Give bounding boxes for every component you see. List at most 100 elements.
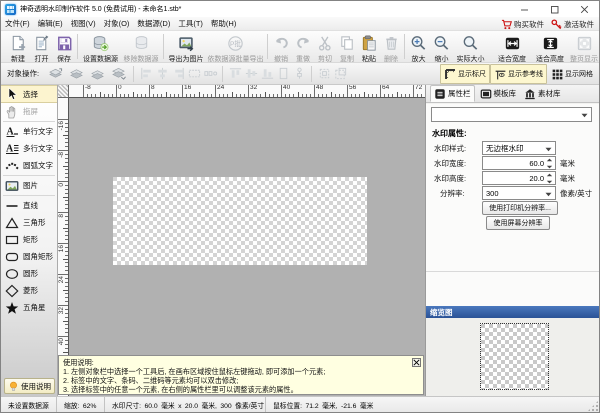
ruler-tick [347,85,348,97]
status-segment-1: 缩放: 62% [57,397,105,412]
tab-properties[interactable]: 属性栏 [430,85,475,102]
ruler-tick [199,92,200,97]
ruler-tick [95,94,96,97]
ruler-tick [65,344,68,345]
diamond-tool-icon [5,284,19,298]
ruler-tick [281,85,282,97]
toolbar-paste[interactable]: 粘贴 [358,31,380,62]
canvas[interactable] [69,98,425,396]
properties-tab-icon [434,88,446,100]
printer-resolution-button[interactable]: 使用打印机分辨率... [482,201,558,215]
ruler-tick [65,177,68,178]
toggle-guideline[interactable]: 显示参考线 [490,64,547,84]
ruler-tick [91,94,92,97]
tool-diamond-tool[interactable]: 菱形 [1,282,57,299]
toggle-ruler[interactable]: 显示标尺 [440,64,490,84]
toggle-grid[interactable]: 显示网格 [547,64,597,84]
menu-D[interactable]: 数据源(D) [133,17,174,31]
tool-circle-tool[interactable]: 圆形 [1,265,57,282]
spinner-buttons[interactable] [546,158,554,169]
tool-multi-line-text[interactable]: 多行文字 [1,140,57,157]
ruler-tick [128,94,129,97]
tool-rect-tool[interactable]: 矩形 [1,231,57,248]
ruler-tick [65,154,68,155]
ruler-tick [65,297,68,298]
toolbar-set-datasource[interactable]: 设置数据源 [80,31,121,62]
menu-T[interactable]: 工具(T) [174,17,207,31]
bulb-icon [8,381,19,392]
ruler-tick [145,94,146,97]
screen-resolution-button[interactable]: 使用屏幕分辨率 [486,216,550,230]
usage-help-button[interactable]: 使用说明 [4,378,55,394]
set-datasource-icon [91,34,110,53]
toolbar-redo: 重做 [292,31,314,62]
menu-O[interactable]: 对象(O) [100,17,134,31]
distribute-icon [292,66,307,81]
toolbar-zoom-out[interactable]: 缩小 [430,31,453,62]
ruler-tick [252,94,253,97]
tool-image-tool[interactable]: 图片 [1,177,57,194]
style-dropdown[interactable]: 无边框水印 [482,141,556,155]
tool-single-line-text[interactable]: 单行文字 [1,123,57,140]
star-tool-icon [5,301,19,315]
ruler-tick [65,340,68,341]
tab-label: 属性栏 [448,88,471,99]
ruler-tick [65,301,68,302]
toolbar-actual-size[interactable]: 实际大小 [453,31,488,62]
watermark-document[interactable] [113,177,367,265]
ruler-tick [108,94,109,97]
ruler-tick [219,94,220,97]
tip-close-button[interactable] [412,358,421,367]
width-spinner[interactable]: 60.0 [482,156,556,170]
watermark-selector-combobox[interactable] [431,107,592,122]
vertical-ruler: -16-8081624324048 [58,98,69,396]
tab-templates[interactable]: 模板库 [477,85,520,102]
toolbar-fit-width[interactable]: 适合宽度 [494,31,530,62]
maximize-button[interactable] [539,1,569,17]
menu-V[interactable]: 视图(V) [67,17,100,31]
tool-select-tool[interactable]: 选择 [1,85,57,103]
ruler-tick [289,94,290,97]
ruler-tick [65,348,68,349]
buy-software-button[interactable]: 购买软件 [501,19,544,30]
window-controls [509,1,599,17]
tool-label: 图片 [23,180,38,191]
same-height-icon [276,66,291,81]
tab-materials[interactable]: 素材库 [521,85,564,102]
toolbar-export-image[interactable]: 导出为图片 [166,31,206,62]
ruler-tick [194,94,195,97]
tool-rounded-rect-tool[interactable]: 圆角矩形 [1,248,57,265]
ruler-tick [65,200,68,201]
menu-F[interactable]: 文件(F) [1,17,34,31]
dpi-dropdown[interactable]: 300 [482,186,556,200]
ruler-tick [240,94,241,97]
toolbar-separator [311,66,312,82]
toolbar-fit-height[interactable]: 适合高度 [532,31,568,62]
tool-star-tool[interactable]: 五角星 [1,299,57,316]
tool-label: 三角形 [23,217,46,228]
spinner-buttons[interactable] [546,173,554,184]
menu-H[interactable]: 帮助(H) [207,17,240,31]
ruler-tick [65,216,68,217]
dpi-unit: 像素/英寸 [560,188,592,199]
ruler-tick [65,247,68,248]
menu-E[interactable]: 编辑(E) [34,17,67,31]
tool-triangle-tool[interactable]: 三角形 [1,214,57,231]
app-logo-icon [5,4,16,15]
ruler-label: 16 [58,245,65,252]
close-button[interactable] [569,1,599,17]
tool-arc-text[interactable]: 圆弧文字 [1,157,57,174]
toolbar-open-document[interactable]: 打开 [30,31,53,62]
toolbar-new-document[interactable]: 新建 [6,31,30,62]
tool-line-tool[interactable]: 直线 [1,197,57,214]
height-spinner[interactable]: 20.0 [482,171,556,185]
rect-tool-icon [5,233,19,247]
ruler-tick [65,193,68,194]
canvas-area: -8081624324048566472 -16-8081624324048 使… [58,85,425,396]
activate-software-button[interactable]: 激活软件 [551,19,594,30]
ruler-tick [351,94,352,97]
toolbar-save[interactable]: 保存 [53,31,75,62]
ruler-tick [392,94,393,97]
minimize-button[interactable] [509,1,539,17]
toolbar-zoom-in[interactable]: 放大 [407,31,430,62]
